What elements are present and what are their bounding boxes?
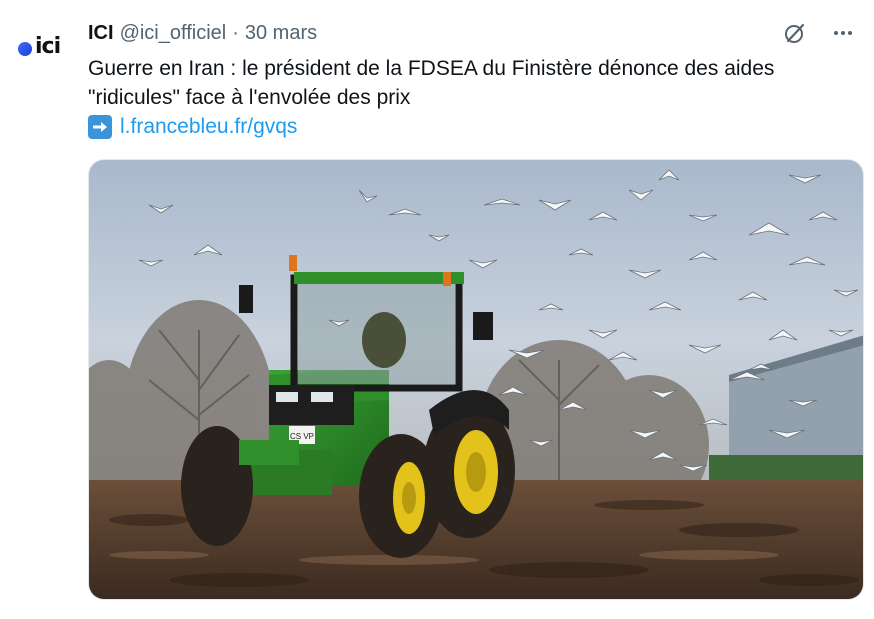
avatar-logo-text: ici <box>35 34 61 59</box>
plate-text: CS VP <box>290 432 314 441</box>
grok-icon[interactable] <box>780 18 810 48</box>
avatar[interactable]: ici <box>18 33 72 61</box>
header-separator: · <box>232 21 239 44</box>
tweet-card[interactable]: ici ICI @ici_officiel · 30 mars Guerre e… <box>0 0 874 619</box>
tweet-header: ICI @ici_officiel · 30 mars <box>88 20 317 46</box>
tweet-actions <box>780 18 858 48</box>
tweet-text-line2: "ridicules" face à l'envolée des prix <box>88 86 411 109</box>
tractor-field-photo: CS VP <box>89 160 863 599</box>
tweet-link[interactable]: l.francebleu.fr/gvqs <box>120 115 297 139</box>
right-arrow-emoji-icon <box>88 115 112 139</box>
tweet-photo[interactable]: CS VP <box>88 159 864 600</box>
tweet-text: Guerre en Iran : le président de la FDSE… <box>88 54 848 112</box>
logo-dot-icon <box>18 42 32 56</box>
more-dots-icon[interactable] <box>828 18 858 48</box>
handle[interactable]: @ici_officiel <box>120 22 227 45</box>
tweet-link-line: l.francebleu.fr/gvqs <box>88 114 297 140</box>
tweet-date[interactable]: 30 mars <box>245 22 317 45</box>
display-name[interactable]: ICI <box>88 22 114 45</box>
tweet-text-line1: Guerre en Iran : le président de la FDSE… <box>88 57 775 80</box>
